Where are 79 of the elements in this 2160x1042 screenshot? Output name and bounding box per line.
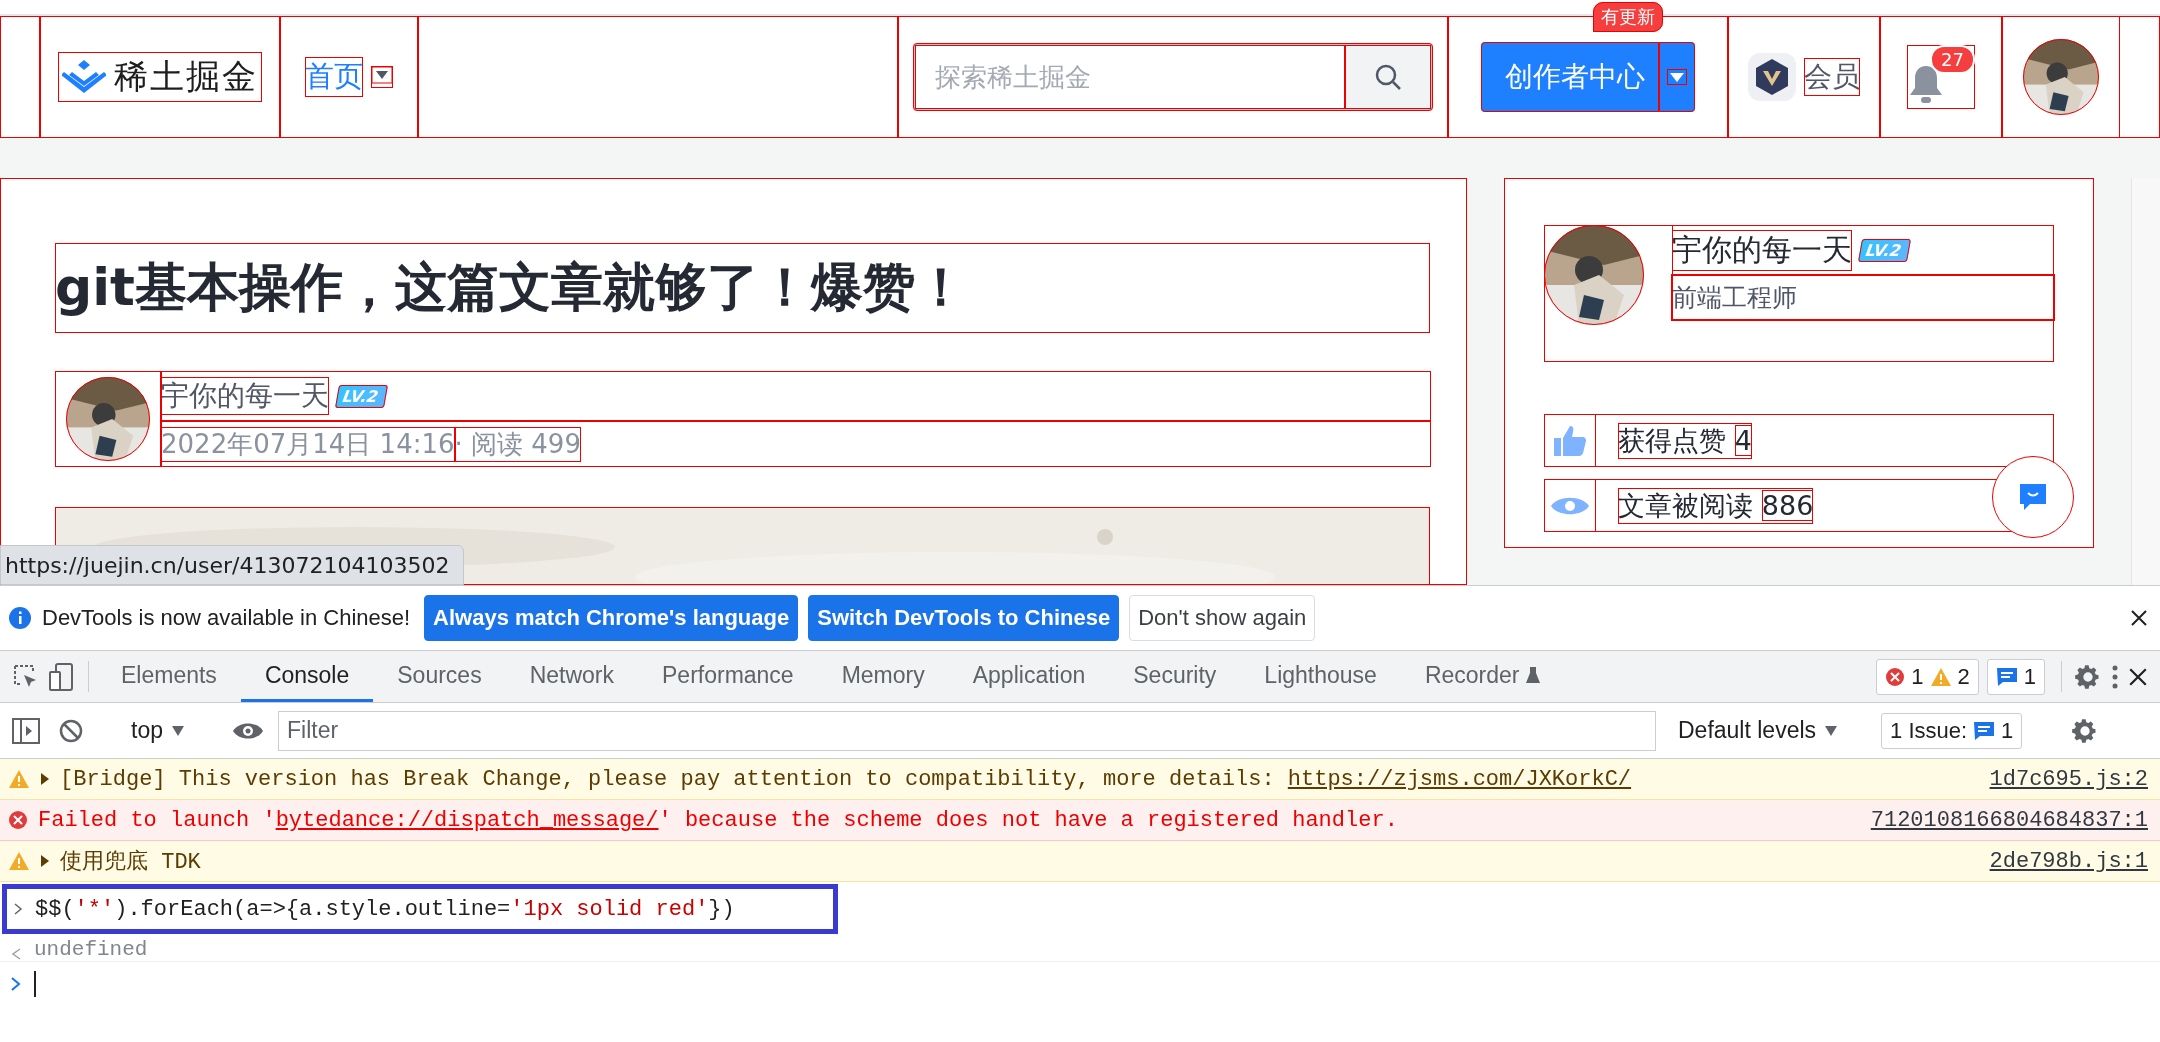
logo[interactable]: 稀土掘金 [58, 52, 262, 102]
logo-icon [62, 60, 106, 94]
article-title: git基本操作，这篇文章就够了！爆赞！ [55, 243, 1430, 333]
devtools-tab[interactable]: Security [1109, 651, 1241, 702]
close-icon [2128, 666, 2148, 687]
device-icon [48, 661, 76, 692]
warning-icon [8, 851, 30, 871]
expand-arrow-icon[interactable] [40, 855, 50, 867]
info-icon [8, 606, 32, 630]
read-count: · 阅读 499 [454, 426, 581, 462]
expand-arrow-icon[interactable] [40, 773, 50, 785]
devtools-tab[interactable]: Application [948, 651, 1110, 702]
source-link[interactable]: 1d7c695.js:2 [1989, 766, 2148, 792]
error-icon [1885, 666, 1906, 687]
settings-icon[interactable] [2074, 662, 2102, 691]
caret-icon [1824, 723, 1839, 738]
search-icon [1374, 63, 1402, 91]
stat-text: 获得点赞 4 [1618, 422, 1753, 459]
caret-icon [1667, 69, 1687, 85]
devtools-tab[interactable]: Network [505, 651, 638, 702]
notification-button[interactable]: 27 [1907, 45, 1975, 109]
stat-text: 文章被阅读 886 [1618, 487, 1814, 524]
devtools-tab[interactable]: Performance [638, 651, 818, 702]
filter-field[interactable]: Filter [278, 710, 1656, 751]
message-icon [1995, 666, 2018, 687]
publish-date: 2022年07月14日 14:16 [161, 426, 455, 462]
scrollbar[interactable] [2130, 178, 2160, 585]
nav-link[interactable]: 首页 [305, 57, 363, 97]
error-warning-counter[interactable]: 1 2 [1876, 658, 1979, 695]
context-selector[interactable]: top [125, 716, 191, 745]
vip-icon[interactable] [1748, 53, 1796, 101]
author-name[interactable]: 宇你的每一天 [161, 377, 329, 415]
dropdown-button[interactable] [1659, 42, 1695, 112]
logo-text: 稀土掘金 [114, 55, 258, 98]
infobar-button[interactable]: Always match Chrome's language [424, 595, 799, 641]
clear-icon [58, 717, 84, 744]
console-result: undefined [34, 938, 148, 961]
devtools-tab[interactable]: Elements [97, 651, 241, 702]
devtools-tab[interactable]: Lighthouse [1240, 651, 1401, 702]
devtools-tab[interactable]: Memory [817, 651, 949, 702]
error-icon [8, 810, 28, 830]
message-counter[interactable]: 1 [1986, 658, 2045, 695]
console-message: [Bridge] This version has Break Change, please pay attention to compatibility, more details: https://zjsms.com/JXKorkC/ [60, 766, 1633, 792]
message-icon [1973, 720, 1996, 741]
infobar-message: DevTools is now available in Chinese! [42, 605, 411, 631]
console-command: $$('*').forEach(a=>{a.style.outline='1px solid red'}) [35, 896, 735, 922]
devtools-tab[interactable]: Sources [373, 651, 506, 702]
notification-count: 27 [1930, 45, 1975, 74]
issues-button[interactable]: 1 Issue: 1 [1881, 712, 2023, 749]
update-badge: 有更新 [1593, 2, 1663, 32]
infobar-button[interactable]: Switch DevTools to Chinese [808, 595, 1120, 641]
search-field[interactable]: 探索稀土掘金 [913, 43, 1433, 111]
dropdown-icon[interactable] [371, 66, 393, 84]
close-icon [2130, 609, 2148, 627]
sidebar-toggle-icon [12, 717, 40, 744]
caret-icon [171, 723, 185, 738]
source-link[interactable]: 2de798b.js:1 [1989, 848, 2148, 874]
message-link[interactable]: https://zjsms.com/JXKorkC/ [1287, 766, 1632, 792]
search-button[interactable] [1345, 45, 1431, 109]
source-link[interactable]: 7120108166804684837:1 [1870, 807, 2148, 833]
devtools-tab[interactable]: Recorder [1400, 651, 1564, 702]
level-badge: LV.2 [334, 384, 389, 408]
warning-icon [8, 769, 30, 789]
thumbs-up-icon [1553, 424, 1588, 457]
level-badge: LV.2 [1858, 238, 1912, 262]
infobar-button[interactable]: Don't show again [1129, 595, 1316, 641]
job-title: 前端工程师 [1672, 275, 2054, 320]
flask-icon [1525, 666, 1540, 684]
vip-label[interactable]: 会员 [1804, 58, 1860, 96]
message-link[interactable]: bytedance://dispatch_message/ [275, 807, 659, 833]
creator-center-button[interactable]: 创作者中心 [1481, 42, 1659, 112]
warning-icon [1929, 666, 1952, 687]
console-message: Failed to launch 'bytedance://dispatch_message/' because the scheme does not have a registered handler. [38, 807, 1399, 833]
chat-icon [2017, 482, 2048, 512]
log-levels-dropdown[interactable]: Default levels [1672, 716, 1845, 745]
status-url: https://juejin.cn/user/413072104103502 [0, 545, 465, 585]
author-name[interactable]: 宇你的每一天 [1672, 229, 1853, 271]
devtools-tab[interactable]: Console [240, 651, 374, 702]
console-message: 使用兜底 TDK [60, 848, 202, 876]
